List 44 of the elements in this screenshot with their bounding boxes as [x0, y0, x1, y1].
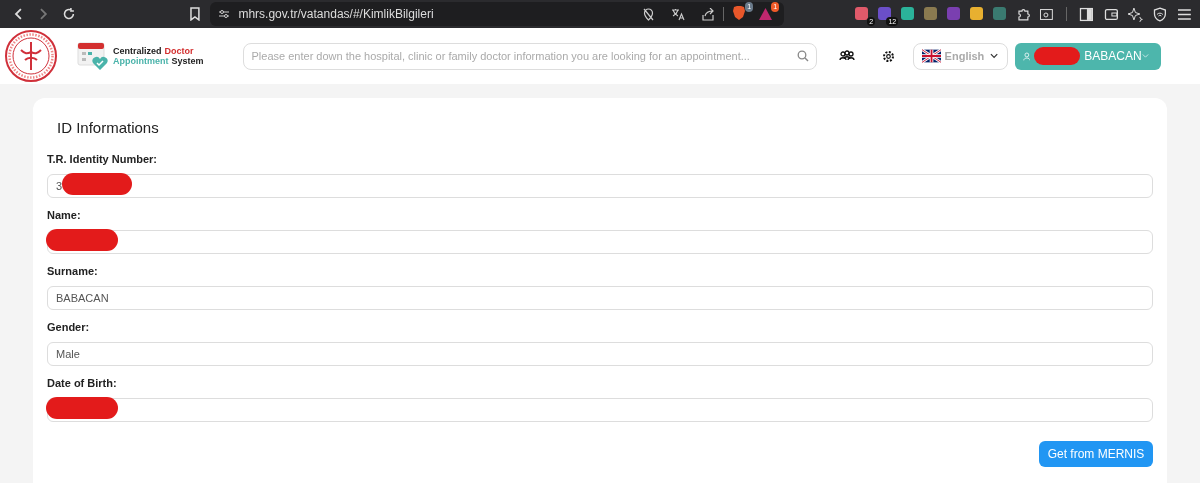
input-field[interactable] — [47, 230, 1153, 254]
site-settings-icon[interactable] — [218, 8, 231, 20]
input-field[interactable] — [47, 398, 1153, 422]
field-label: Gender: — [47, 320, 91, 333]
location-off-icon[interactable] — [642, 7, 656, 21]
extension-icon[interactable] — [969, 6, 985, 21]
input-field[interactable]: BABACAN — [47, 286, 1153, 310]
app-name-text: Centralized — [113, 46, 162, 56]
settings-icon[interactable] — [881, 49, 895, 63]
uk-flag-icon — [921, 49, 941, 63]
input-field[interactable]: Male — [47, 342, 1153, 366]
search-icon[interactable] — [796, 49, 809, 62]
puzzle-icon[interactable] — [1016, 6, 1031, 22]
extension-icon[interactable] — [854, 6, 870, 21]
ministry-seal-logo — [3, 28, 59, 84]
reload-icon[interactable] — [61, 7, 76, 21]
extension-icon[interactable] — [900, 6, 916, 21]
extension-icon[interactable] — [923, 6, 939, 21]
bookmark-icon[interactable] — [188, 7, 201, 21]
share-icon[interactable] — [701, 7, 716, 21]
app-name-text: Doctor — [164, 46, 194, 56]
field-label: Surname: — [47, 264, 99, 277]
field-label: T.R. Identity Number: — [47, 152, 158, 165]
field-label: Date of Birth: — [47, 376, 118, 389]
screenshot-icon[interactable] — [1039, 6, 1054, 22]
sparkle-icon[interactable] — [1128, 6, 1144, 22]
triangle-icon[interactable] — [758, 7, 774, 21]
card-title: ID Informations — [57, 118, 160, 137]
translate-icon[interactable] — [671, 7, 686, 21]
lion-shield-icon[interactable] — [732, 5, 747, 21]
user-icon — [1022, 50, 1031, 62]
url-text: mhrs.gov.tr/vatandas/#/KimlikBilgileri — [238, 6, 434, 23]
extension-icon[interactable] — [877, 6, 893, 21]
sidebar-icon[interactable] — [1078, 6, 1094, 22]
people-group-icon[interactable] — [838, 50, 855, 62]
menu-icon[interactable] — [1177, 7, 1192, 21]
shield-icon[interactable] — [1153, 6, 1168, 22]
calendar-heart-logo — [77, 41, 111, 71]
wallet-icon[interactable] — [1103, 6, 1119, 22]
app-name-text: System — [171, 56, 204, 66]
input-field[interactable]: 3 — [47, 174, 1153, 198]
search-field[interactable]: Please enter down the hospital, clinic or family doctor information you are looking for an appointment... — [242, 42, 817, 70]
app-name-text: Appointment — [113, 56, 169, 66]
field-label: Name: — [47, 208, 82, 221]
